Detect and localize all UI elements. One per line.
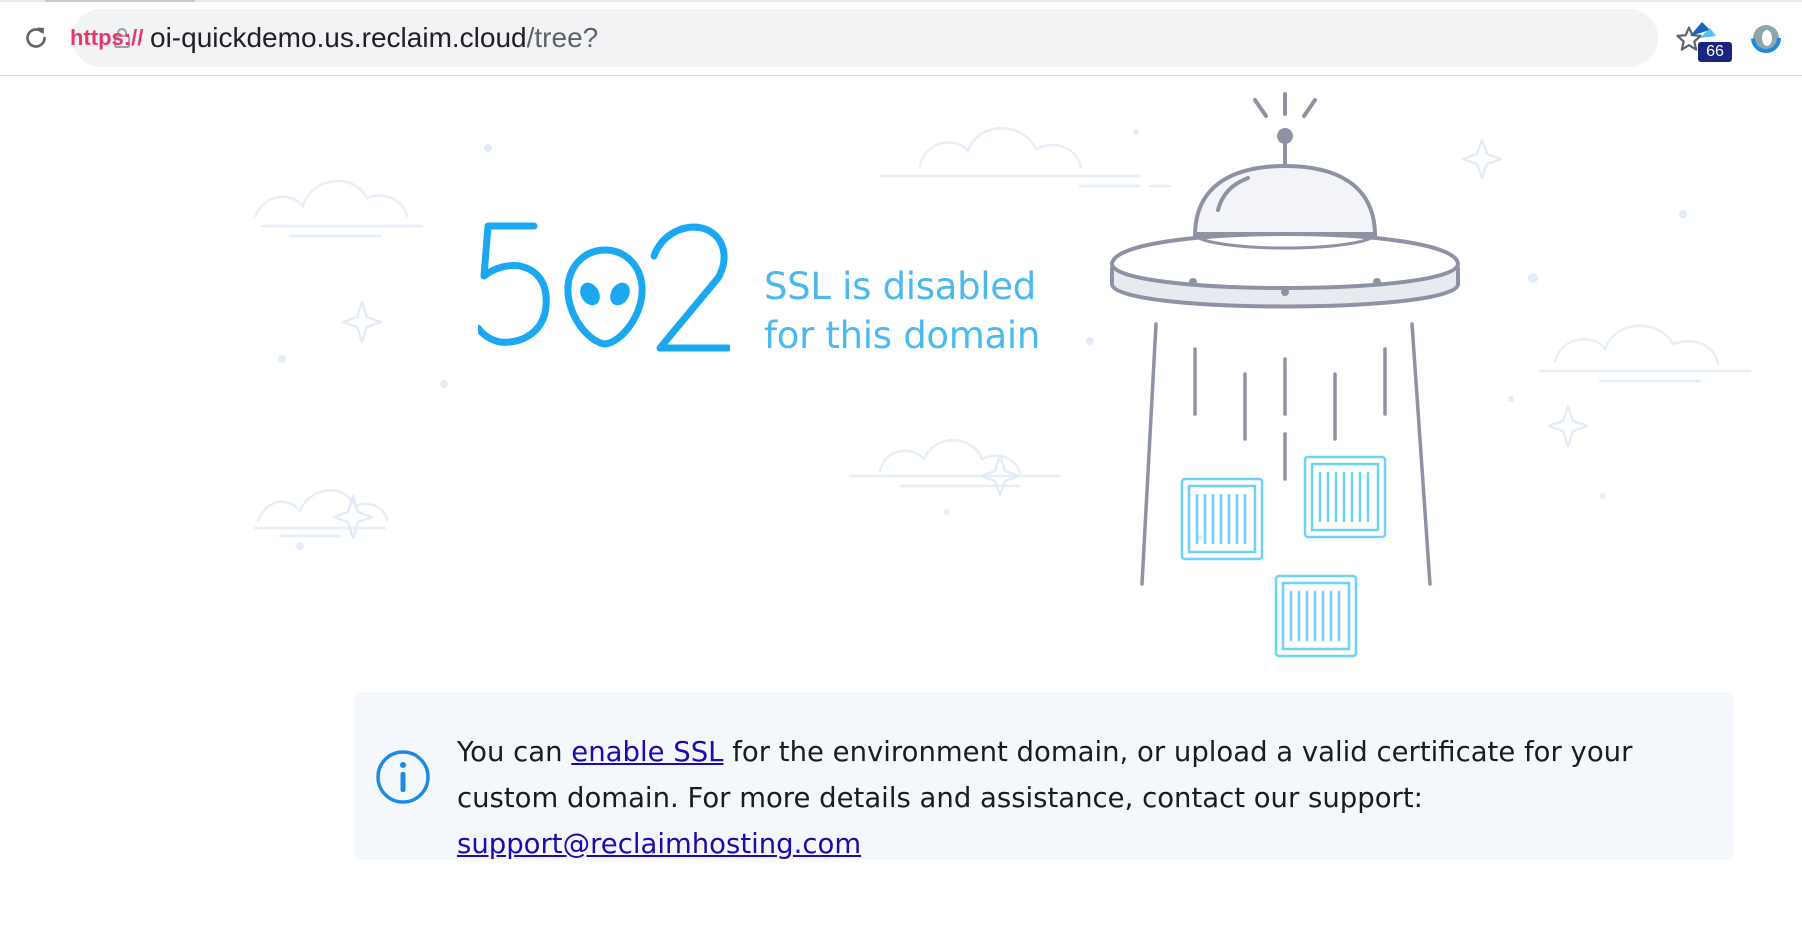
enable-ssl-link[interactable]: enable SSL	[571, 736, 723, 768]
extension-button[interactable]: 66	[1686, 16, 1732, 64]
info-text-1: You can	[457, 736, 572, 768]
info-box: You can enable SSL for the environment d…	[355, 692, 1733, 860]
ufo-illustration	[1109, 92, 1461, 658]
extension-ring-icon	[1751, 23, 1781, 53]
browser-toolbar: https:// oi-quickdemo.us.reclaim.cloud/t…	[0, 0, 1802, 76]
reload-icon	[26, 27, 46, 48]
error-message-line-1: SSL is disabled	[764, 265, 1036, 308]
info-message: You can enable SSL for the environment d…	[457, 729, 1717, 867]
extension-2-button[interactable]	[1748, 20, 1784, 56]
error-message-line-2: for this domain	[764, 314, 1040, 357]
background-illustration	[253, 127, 1752, 550]
info-icon	[376, 750, 430, 804]
address-bar[interactable]: https:// oi-quickdemo.us.reclaim.cloud/t…	[70, 9, 1702, 67]
error-code-502	[478, 222, 730, 352]
support-email-link[interactable]: support@reclaimhosting.com	[457, 828, 861, 860]
url-host: oi-quickdemo.us.reclaim.cloud	[150, 22, 527, 53]
url-path: /tree?	[526, 22, 599, 53]
reload-button[interactable]	[18, 20, 54, 56]
tab-strip-line	[0, 0, 1802, 2]
browser-window: https:// oi-quickdemo.us.reclaim.cloud/t…	[0, 0, 1802, 946]
url-scheme: https://	[70, 25, 144, 50]
error-message: SSL is disabled for this domain	[764, 262, 1084, 360]
active-tab-indicator	[45, 0, 195, 2]
extension-badge: 66	[1698, 42, 1732, 62]
